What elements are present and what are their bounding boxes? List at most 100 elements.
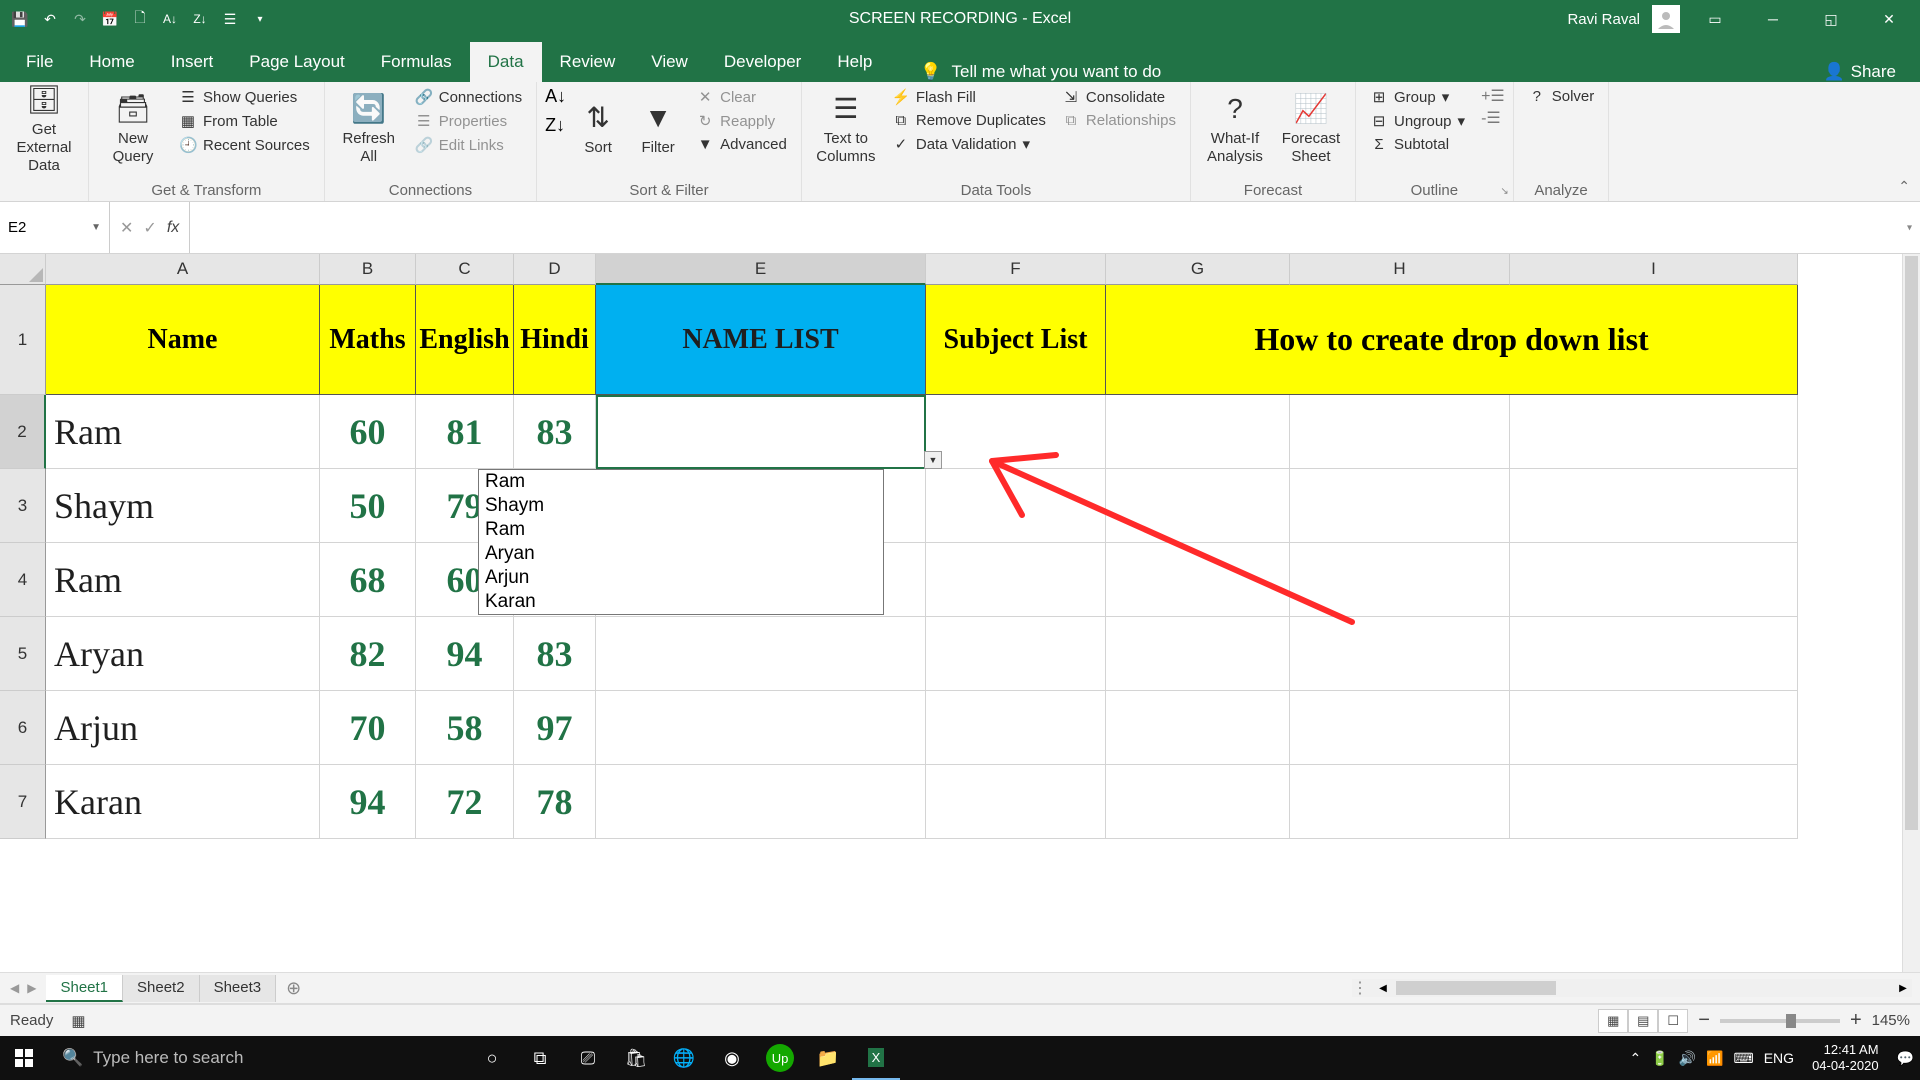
fx-icon[interactable]: fx: [167, 219, 179, 237]
sort-button[interactable]: ⇅Sort: [570, 86, 626, 172]
zoom-level[interactable]: 145%: [1872, 1012, 1910, 1029]
enter-formula-icon[interactable]: ✓: [143, 218, 156, 238]
tab-formulas[interactable]: Formulas: [363, 42, 470, 82]
hscroll-left-icon[interactable]: ◀: [1374, 979, 1392, 997]
cell[interactable]: Karan: [46, 765, 320, 839]
cell[interactable]: 81: [416, 395, 514, 469]
cell[interactable]: [1290, 765, 1510, 839]
cell[interactable]: 83: [514, 395, 596, 469]
cell[interactable]: [596, 765, 926, 839]
macro-record-icon[interactable]: ▦: [71, 1012, 85, 1030]
hscroll-right-icon[interactable]: ▶: [1894, 979, 1912, 997]
undo-icon[interactable]: ↶: [38, 7, 62, 31]
text-to-columns-button[interactable]: ☰Text to Columns: [810, 86, 882, 172]
tab-insert[interactable]: Insert: [153, 42, 232, 82]
header-cell[interactable]: English: [416, 285, 514, 395]
scroll-thumb[interactable]: [1905, 256, 1918, 830]
battery-icon[interactable]: 🔋: [1651, 1050, 1668, 1067]
cell[interactable]: [596, 691, 926, 765]
projector-icon[interactable]: ⎚: [564, 1036, 612, 1080]
cell[interactable]: [1510, 395, 1798, 469]
refresh-all-button[interactable]: 🔄Refresh All: [333, 86, 405, 172]
relationships-button[interactable]: ⧉Relationships: [1056, 110, 1182, 131]
col-header-D[interactable]: D: [514, 254, 596, 285]
ribbon-display-icon[interactable]: ▭: [1692, 0, 1738, 38]
cell[interactable]: 78: [514, 765, 596, 839]
sort-asc-icon[interactable]: A↓: [158, 7, 182, 31]
header-cell[interactable]: NAME LIST: [596, 285, 926, 395]
consolidate-button[interactable]: ⇲Consolidate: [1056, 86, 1182, 108]
normal-view-button[interactable]: ▦: [1598, 1009, 1628, 1033]
tell-me-search[interactable]: 💡 Tell me what you want to do: [890, 62, 1161, 82]
store-icon[interactable]: 🛍: [612, 1036, 660, 1080]
dropdown-item[interactable]: Arjun: [479, 566, 883, 590]
header-cell[interactable]: Name: [46, 285, 320, 395]
cortana-icon[interactable]: ○: [468, 1036, 516, 1080]
col-header-H[interactable]: H: [1290, 254, 1510, 285]
cell[interactable]: [1106, 617, 1290, 691]
tab-developer[interactable]: Developer: [706, 42, 820, 82]
excel-icon[interactable]: X: [852, 1036, 900, 1080]
cell[interactable]: 72: [416, 765, 514, 839]
page-layout-button[interactable]: ▤: [1628, 1009, 1658, 1033]
header-cell[interactable]: Maths: [320, 285, 416, 395]
cell[interactable]: Shaym: [46, 469, 320, 543]
taskbar-clock[interactable]: 12:41 AM 04-04-2020: [1804, 1042, 1887, 1073]
col-header-B[interactable]: B: [320, 254, 416, 285]
cell[interactable]: [596, 395, 926, 469]
cell[interactable]: [1510, 617, 1798, 691]
sheet-tab-sheet3[interactable]: Sheet3: [200, 975, 277, 1002]
cell[interactable]: Ram: [46, 543, 320, 617]
cell[interactable]: 50: [320, 469, 416, 543]
header-cell[interactable]: How to create drop down list: [1106, 285, 1798, 395]
cell[interactable]: 70: [320, 691, 416, 765]
zoom-in-button[interactable]: +: [1850, 1009, 1862, 1032]
col-header-C[interactable]: C: [416, 254, 514, 285]
chrome-icon[interactable]: ◉: [708, 1036, 756, 1080]
cell[interactable]: Ram: [46, 395, 320, 469]
hscroll-splitter-icon[interactable]: ⋮: [1352, 978, 1368, 998]
col-header-G[interactable]: G: [1106, 254, 1290, 285]
zoom-out-button[interactable]: −: [1698, 1009, 1710, 1032]
sort-desc-icon[interactable]: Z↓: [188, 7, 212, 31]
cell[interactable]: [1290, 543, 1510, 617]
cell[interactable]: [926, 395, 1106, 469]
cell[interactable]: [1510, 543, 1798, 617]
sort-az-icon[interactable]: A↓: [545, 86, 566, 107]
save-icon[interactable]: 💾: [8, 7, 32, 31]
cell[interactable]: 60: [320, 395, 416, 469]
clear-button[interactable]: ✕Clear: [690, 86, 793, 108]
cell[interactable]: Arjun: [46, 691, 320, 765]
cell[interactable]: [1106, 543, 1290, 617]
formula-input[interactable]: ▾: [190, 202, 1920, 253]
cell[interactable]: [1106, 469, 1290, 543]
cell[interactable]: [1106, 395, 1290, 469]
horizontal-scrollbar[interactable]: ⋮ ◀ ▶: [1352, 979, 1912, 997]
cell[interactable]: [926, 617, 1106, 691]
minimize-button[interactable]: ─: [1750, 0, 1796, 38]
maximize-button[interactable]: ◱: [1808, 0, 1854, 38]
subtotal-button[interactable]: ΣSubtotal: [1364, 134, 1471, 155]
collapse-ribbon-icon[interactable]: ⌃: [1898, 178, 1910, 195]
dropdown-item[interactable]: Ram: [479, 518, 883, 542]
sheet-tab-sheet1[interactable]: Sheet1: [46, 975, 123, 1002]
task-view-icon[interactable]: ⧉: [516, 1036, 564, 1080]
cell[interactable]: 68: [320, 543, 416, 617]
network-icon[interactable]: 📶: [1706, 1050, 1723, 1067]
dropdown-item[interactable]: Shaym: [479, 494, 883, 518]
cell[interactable]: 94: [320, 765, 416, 839]
name-box[interactable]: E2▼: [0, 202, 110, 253]
cell[interactable]: 97: [514, 691, 596, 765]
user-avatar-icon[interactable]: [1652, 5, 1680, 33]
remove-duplicates-button[interactable]: ⧉Remove Duplicates: [886, 110, 1052, 131]
sheet-tab-sheet2[interactable]: Sheet2: [123, 975, 200, 1002]
cell[interactable]: 82: [320, 617, 416, 691]
tab-file[interactable]: File: [8, 42, 71, 82]
close-button[interactable]: ✕: [1866, 0, 1912, 38]
tab-nav-next-icon[interactable]: ▶: [27, 981, 36, 995]
language-indicator[interactable]: ENG: [1764, 1050, 1794, 1066]
start-button[interactable]: [0, 1036, 48, 1080]
expand-formula-icon[interactable]: ▾: [1907, 222, 1912, 233]
vertical-scrollbar[interactable]: [1902, 254, 1920, 972]
col-header-F[interactable]: F: [926, 254, 1106, 285]
